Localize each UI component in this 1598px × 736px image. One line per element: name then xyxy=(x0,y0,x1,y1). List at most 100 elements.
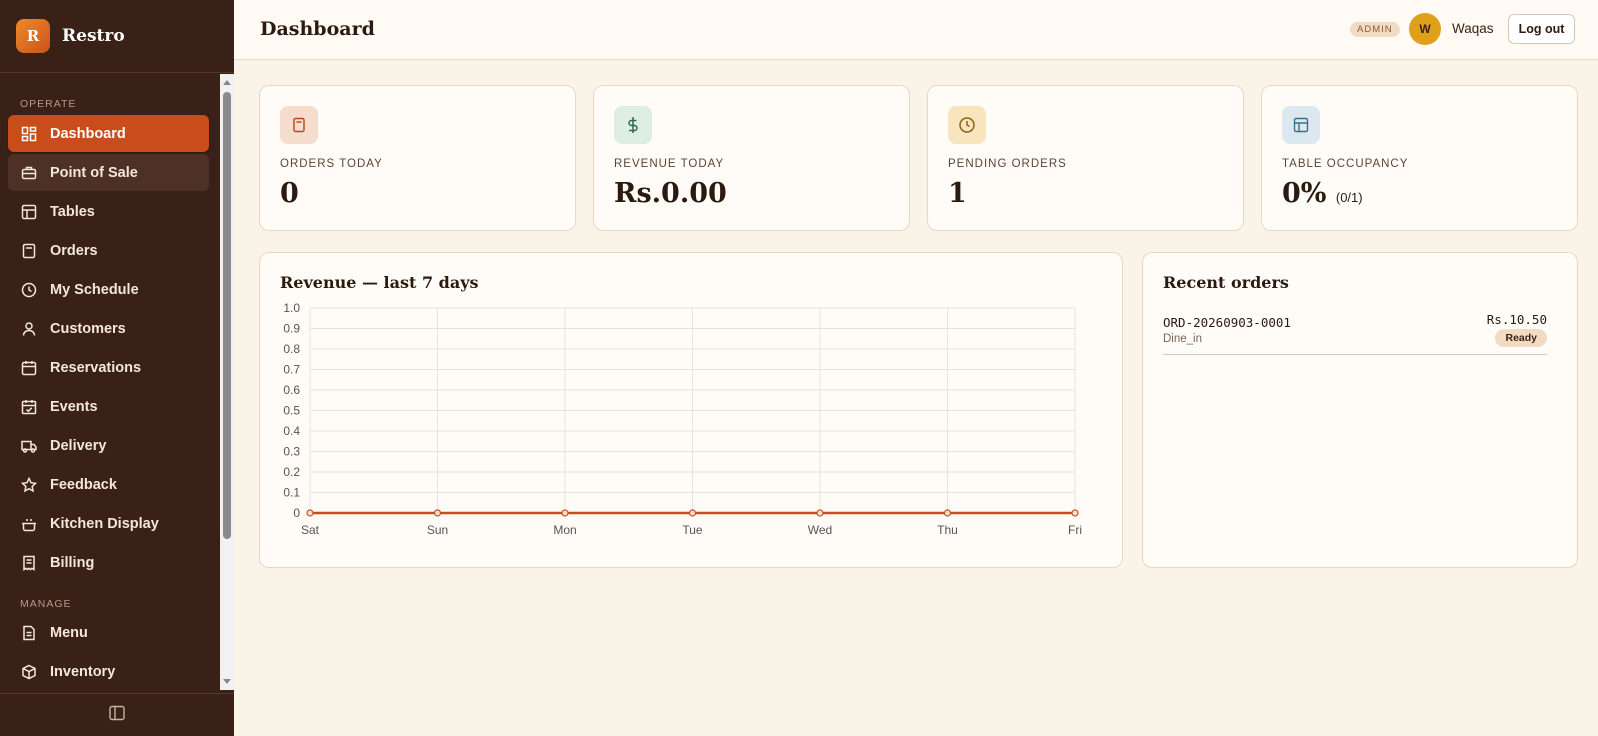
data-point xyxy=(816,509,824,517)
scrollbar-thumb[interactable] xyxy=(223,92,231,539)
sidebar-item-label: Billing xyxy=(50,554,95,571)
stat-value: 0 xyxy=(280,178,299,209)
status-badge: Ready xyxy=(1495,329,1547,347)
sidebar-item-label: Tables xyxy=(50,203,95,220)
sidebar-item-label: Events xyxy=(50,398,98,415)
sidebar-item-customers[interactable]: Customers xyxy=(8,310,209,347)
user-icon xyxy=(21,321,37,337)
scroll-up-arrow-icon[interactable] xyxy=(223,80,231,85)
stat-card-revenue-today: REVENUE TODAY Rs.0.00 xyxy=(593,85,910,231)
sidebar-item-point-of-sale[interactable]: Point of Sale xyxy=(8,154,209,191)
x-tick-label: Fri xyxy=(1068,523,1082,537)
sidebar-item-label: Point of Sale xyxy=(50,164,138,181)
clock-icon xyxy=(21,282,37,298)
sidebar-item-label: My Schedule xyxy=(50,281,139,298)
sidebar-item-label: Orders xyxy=(50,242,98,259)
stat-label: PENDING ORDERS xyxy=(948,158,1067,170)
stat-card-orders-today: ORDERS TODAY 0 xyxy=(259,85,576,231)
order-amount: Rs.10.50 xyxy=(1486,312,1547,327)
data-point xyxy=(561,509,569,517)
y-tick-label: 0.8 xyxy=(283,342,300,356)
dashboard-grid-icon xyxy=(21,126,37,142)
sidebar-item-delivery[interactable]: Delivery xyxy=(8,427,209,464)
stat-label: TABLE OCCUPANCY xyxy=(1282,158,1409,170)
data-point xyxy=(943,509,952,517)
brand[interactable]: R Restro xyxy=(0,0,234,73)
menu-document-icon xyxy=(21,625,37,641)
x-tick-label: Mon xyxy=(553,523,576,537)
truck-icon xyxy=(21,438,37,454)
sidebar-item-dashboard[interactable]: Dashboard xyxy=(8,115,209,152)
sidebar-item-label: Kitchen Display xyxy=(50,515,159,532)
stat-card-pending-orders: PENDING ORDERS 1 xyxy=(927,85,1244,231)
sidebar-item-label: Customers xyxy=(50,320,126,337)
table-grid-icon xyxy=(21,204,37,220)
sidebar-collapse-icon[interactable] xyxy=(108,704,126,727)
sidebar-footer xyxy=(0,693,234,736)
sidebar-item-label: Dashboard xyxy=(50,125,126,142)
x-tick-label: Wed xyxy=(808,523,832,537)
top-header: Dashboard ADMIN W Waqas Log out xyxy=(234,0,1598,60)
stat-value: 1 xyxy=(948,178,967,209)
logout-button[interactable]: Log out xyxy=(1508,14,1575,44)
x-tick-label: Sat xyxy=(301,523,320,537)
section-label-manage: MANAGE xyxy=(20,598,72,610)
sidebar-item-label: Menu xyxy=(50,624,88,641)
sidebar-scrollbar[interactable] xyxy=(220,74,234,690)
star-icon xyxy=(21,476,37,493)
sidebar-item-reservations[interactable]: Reservations xyxy=(8,349,209,386)
x-tick-label: Thu xyxy=(937,523,958,537)
y-tick-label: 0.4 xyxy=(283,424,300,438)
sidebar-nav: OPERATE Dashboard Point of Sale Tables O… xyxy=(0,74,220,690)
invoice-icon xyxy=(21,555,37,571)
sidebar-item-menu[interactable]: Menu xyxy=(8,614,209,651)
page-title: Dashboard xyxy=(260,18,375,40)
user-name: Waqas xyxy=(1452,21,1494,36)
sidebar-item-billing[interactable]: Billing xyxy=(8,544,209,581)
sidebar-item-label: Delivery xyxy=(50,437,107,454)
sidebar-item-label: Feedback xyxy=(50,476,117,493)
stat-sub: (0/1) xyxy=(1335,190,1363,205)
data-point xyxy=(688,509,697,517)
y-tick-label: 0.3 xyxy=(283,445,300,459)
clock-icon xyxy=(948,106,986,144)
scroll-down-arrow-icon[interactable] xyxy=(223,679,231,684)
order-row[interactable]: ORD-20260903-0001 Dine_in Rs.10.50 Ready xyxy=(1163,311,1547,355)
x-tick-label: Sun xyxy=(427,523,448,537)
sidebar-item-orders[interactable]: Orders xyxy=(8,232,209,269)
cooking-pot-icon xyxy=(21,516,37,532)
order-number: ORD-20260903-0001 xyxy=(1163,315,1291,330)
sidebar-item-feedback[interactable]: Feedback xyxy=(8,466,209,503)
receipt-icon xyxy=(21,243,37,259)
y-tick-label: 0.7 xyxy=(283,363,300,377)
sidebar-item-inventory[interactable]: Inventory xyxy=(8,653,209,690)
stat-label: REVENUE TODAY xyxy=(614,158,725,170)
order-type: Dine_in xyxy=(1163,333,1202,345)
y-tick-label: 1.0 xyxy=(283,301,300,315)
sidebar-item-events[interactable]: Events xyxy=(8,388,209,425)
sidebar-item-kitchen-display[interactable]: Kitchen Display xyxy=(8,505,209,542)
avatar[interactable]: W xyxy=(1409,13,1441,45)
brand-name: Restro xyxy=(62,26,125,46)
sidebar-item-label: Reservations xyxy=(50,359,142,376)
y-tick-label: 0.9 xyxy=(283,322,300,336)
register-icon xyxy=(21,165,37,181)
receipt-icon xyxy=(280,106,318,144)
dollar-icon xyxy=(614,106,652,144)
revenue-chart-panel: Revenue — last 7 days 0 0.1 0.2 0.3 0.4 0.5 0.… xyxy=(259,252,1123,568)
stat-label: ORDERS TODAY xyxy=(280,158,383,170)
sidebar-item-tables[interactable]: Tables xyxy=(8,193,209,230)
sidebar-item-label: Inventory xyxy=(50,663,116,680)
data-point xyxy=(1071,509,1079,517)
y-tick-label: 0.6 xyxy=(283,383,300,397)
section-label-operate: OPERATE xyxy=(20,98,77,110)
y-tick-label: 0.5 xyxy=(283,404,300,418)
panel-title: Revenue — last 7 days xyxy=(280,273,479,292)
stat-card-table-occupancy: TABLE OCCUPANCY 0% (0/1) xyxy=(1261,85,1578,231)
sidebar-item-my-schedule[interactable]: My Schedule xyxy=(8,271,209,308)
revenue-chart: 0 0.1 0.2 0.3 0.4 0.5 0.6 0.7 0.8 0.9 1.0 Sat Sun Mon… xyxy=(283,301,1082,537)
y-tick-label: 0 xyxy=(293,506,300,520)
sidebar: R Restro OPERATE Dashboard Point of Sale… xyxy=(0,0,234,736)
x-tick-label: Tue xyxy=(682,523,703,537)
recent-orders-panel: Recent orders ORD-20260903-0001 Dine_in … xyxy=(1142,252,1578,568)
